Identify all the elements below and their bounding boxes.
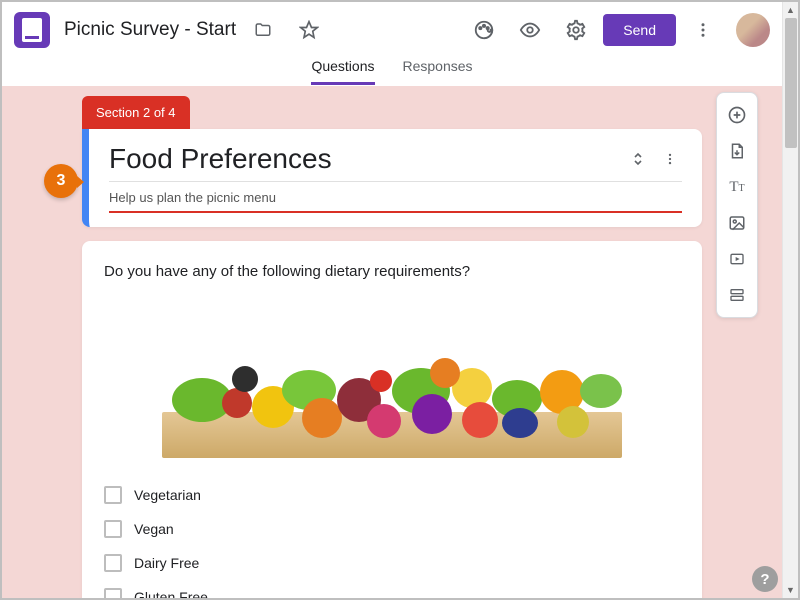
folder-icon[interactable]	[244, 11, 282, 49]
options-list: Vegetarian Vegan Dairy Free Gluten Free	[104, 478, 680, 598]
checkbox-icon[interactable]	[104, 588, 122, 598]
scrollbar-thumb[interactable]	[785, 18, 797, 148]
tab-responses[interactable]: Responses	[403, 58, 473, 82]
option-row[interactable]: Vegetarian	[104, 478, 680, 512]
checkbox-icon[interactable]	[104, 486, 122, 504]
scroll-down-icon[interactable]: ▼	[783, 582, 798, 598]
option-label[interactable]: Gluten Free	[134, 589, 208, 598]
add-image-icon[interactable]	[717, 205, 757, 241]
section-title-input[interactable]: Food Preferences	[109, 143, 618, 175]
more-icon[interactable]	[684, 11, 722, 49]
section-more-icon[interactable]	[658, 147, 682, 171]
checkbox-icon[interactable]	[104, 554, 122, 572]
option-label[interactable]: Vegetarian	[134, 487, 201, 503]
add-section-icon[interactable]	[717, 277, 757, 313]
add-title-icon[interactable]: TT	[717, 169, 757, 205]
editor-tabs: Questions Responses	[2, 58, 782, 86]
send-button[interactable]: Send	[603, 14, 676, 46]
question-text[interactable]: Do you have any of the following dietary…	[104, 263, 680, 280]
collapse-section-icon[interactable]	[626, 147, 650, 171]
question-toolbox: TT	[716, 92, 758, 318]
option-label[interactable]: Dairy Free	[134, 555, 199, 571]
form-canvas: Section 2 of 4 Food Preferences Help us …	[2, 86, 782, 598]
section-header-card[interactable]: Food Preferences Help us plan the picnic…	[82, 129, 702, 227]
tab-questions[interactable]: Questions	[311, 58, 374, 85]
question-card[interactable]: Do you have any of the following dietary…	[82, 241, 702, 598]
account-avatar[interactable]	[736, 13, 770, 47]
document-title[interactable]: Picnic Survey - Start	[64, 19, 236, 41]
forms-logo-icon[interactable]	[14, 12, 50, 48]
option-row[interactable]: Vegan	[104, 512, 680, 546]
app-header: Picnic Survey - Start Send	[2, 2, 782, 58]
scroll-up-icon[interactable]: ▲	[783, 2, 798, 18]
help-icon[interactable]: ?	[752, 566, 778, 592]
star-icon[interactable]	[290, 11, 328, 49]
checkbox-icon[interactable]	[104, 520, 122, 538]
palette-icon[interactable]	[465, 11, 503, 49]
add-question-icon[interactable]	[717, 97, 757, 133]
option-row[interactable]: Dairy Free	[104, 546, 680, 580]
vertical-scrollbar[interactable]: ▲ ▼	[782, 2, 798, 598]
preview-icon[interactable]	[511, 11, 549, 49]
option-label[interactable]: Vegan	[134, 521, 174, 537]
settings-icon[interactable]	[557, 11, 595, 49]
option-row[interactable]: Gluten Free	[104, 580, 680, 598]
description-focus-underline	[109, 211, 682, 213]
question-image	[162, 308, 622, 458]
section-description-input[interactable]: Help us plan the picnic menu	[109, 182, 682, 209]
add-video-icon[interactable]	[717, 241, 757, 277]
section-chip: Section 2 of 4	[82, 96, 190, 129]
import-question-icon[interactable]	[717, 133, 757, 169]
step-badge: 3	[44, 164, 78, 198]
